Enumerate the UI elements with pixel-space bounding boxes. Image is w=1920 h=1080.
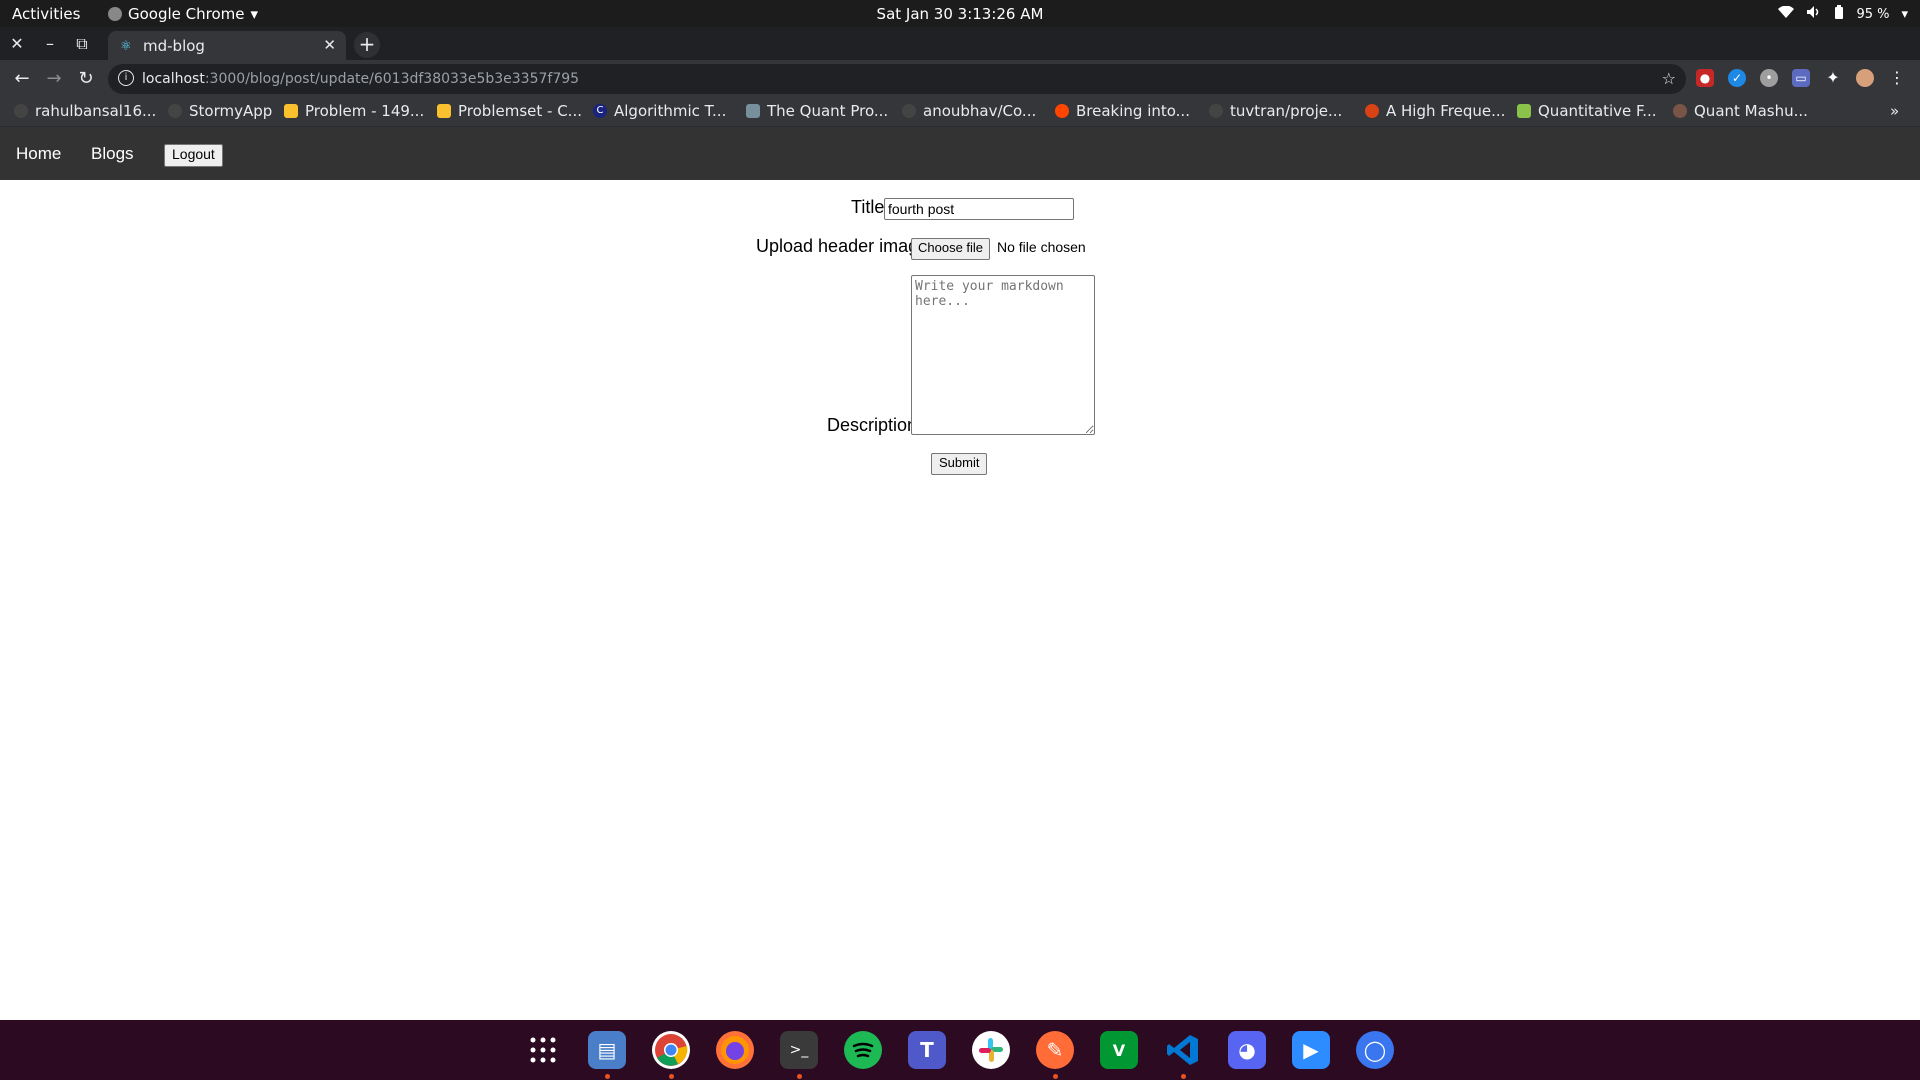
description-textarea[interactable] xyxy=(911,275,1095,435)
bookmark-item[interactable]: A High Freque... xyxy=(1365,102,1505,120)
bookmark-star-icon[interactable]: ☆ xyxy=(1662,69,1676,88)
vim-icon[interactable]: V xyxy=(1100,1031,1138,1069)
clock[interactable]: Sat Jan 30 3:13:26 AM xyxy=(0,5,1920,23)
discord-icon[interactable]: ◕ xyxy=(1228,1031,1266,1069)
system-top-bar: Activities Google Chrome ▾ Sat Jan 30 3:… xyxy=(0,0,1920,27)
url-path: :3000/blog/post/update/6013df38033e5b3e3… xyxy=(204,71,580,87)
vscode-icon[interactable] xyxy=(1164,1031,1202,1069)
battery-percent: 95 % xyxy=(1856,6,1890,22)
battery-icon xyxy=(1834,5,1844,23)
bookmarks-overflow-button[interactable]: » xyxy=(1890,102,1899,120)
extension-blue-icon[interactable]: ✓ xyxy=(1728,69,1746,87)
post-update-form: Title Upload header image Choose file No… xyxy=(0,180,1920,1020)
signal-icon[interactable]: ◯ xyxy=(1356,1031,1394,1069)
gear-icon xyxy=(1673,104,1687,118)
running-indicator xyxy=(605,1074,610,1079)
app-grid-icon[interactable] xyxy=(524,1031,562,1069)
bookmark-item[interactable]: Problemset - C... xyxy=(437,102,582,120)
more-menu-icon[interactable]: ⋮ xyxy=(1888,69,1906,87)
extension-screen-icon[interactable]: ▭ xyxy=(1792,69,1810,87)
extension-gray-icon[interactable]: • xyxy=(1760,69,1778,87)
close-tab-icon[interactable]: ✕ xyxy=(323,36,336,54)
logout-button[interactable]: Logout xyxy=(164,144,223,167)
running-indicator xyxy=(1181,1074,1186,1079)
title-label: Title xyxy=(851,197,885,217)
nav-home-link[interactable]: Home xyxy=(16,144,61,164)
title-input[interactable] xyxy=(884,198,1074,220)
chevron-down-icon: ▾ xyxy=(1901,6,1908,22)
site-navbar: Home Blogs Logout xyxy=(0,127,1920,180)
close-window-icon[interactable]: ✕ xyxy=(7,34,27,53)
bookmark-item[interactable]: Quant Mashu... xyxy=(1673,102,1808,120)
files-icon[interactable]: ▤ xyxy=(588,1031,626,1069)
bookmark-item[interactable]: The Quant Pro... xyxy=(746,102,888,120)
chrome-icon[interactable] xyxy=(652,1031,690,1069)
volume-icon xyxy=(1806,5,1822,23)
firefox-icon[interactable] xyxy=(716,1031,754,1069)
reload-icon[interactable]: ↻ xyxy=(74,68,98,89)
address-bar[interactable]: i localhost:3000/blog/post/update/6013df… xyxy=(108,64,1686,94)
extension-red-icon[interactable]: ● xyxy=(1696,69,1714,87)
nav-blogs-link[interactable]: Blogs xyxy=(91,144,134,164)
codeforces-icon xyxy=(284,104,298,118)
tab-md-blog[interactable]: ⚛ md-blog ✕ xyxy=(108,31,346,60)
url-host: localhost xyxy=(142,71,205,87)
terminal-icon[interactable]: >_ xyxy=(780,1031,818,1069)
choose-file-button[interactable]: Choose file xyxy=(911,238,991,260)
bookmark-item[interactable]: Quantitative F... xyxy=(1517,102,1657,120)
wifi-icon xyxy=(1778,5,1795,22)
bookmark-item[interactable]: StormyApp xyxy=(168,102,272,120)
smiley-icon xyxy=(1517,104,1531,118)
bookmarks-bar: rahulbansal16... StormyApp Problem - 149… xyxy=(0,98,1920,127)
bookmark-item[interactable]: anoubhav/Co... xyxy=(902,102,1036,120)
github-icon xyxy=(14,104,28,118)
info-icon[interactable]: i xyxy=(118,70,134,86)
tab-strip: ✕ – ⧉ ⚛ md-blog ✕ + xyxy=(0,27,1920,60)
running-indicator xyxy=(1053,1074,1058,1079)
apple-icon xyxy=(1365,104,1379,118)
extensions-puzzle-icon[interactable]: ✦ xyxy=(1824,69,1842,87)
minimize-icon[interactable]: – xyxy=(40,34,60,53)
back-arrow-icon[interactable]: ← xyxy=(10,68,34,89)
tab-title: md-blog xyxy=(143,37,205,55)
slack-icon[interactable] xyxy=(972,1031,1010,1069)
teams-icon[interactable]: T xyxy=(908,1031,946,1069)
browser-toolbar: ← → ↻ i localhost:3000/blog/post/update/… xyxy=(0,60,1920,98)
app-dock: ▤ >_ T ✎ V ◕ ▶ ◯ xyxy=(0,1020,1920,1080)
system-tray[interactable]: 95 % ▾ xyxy=(1778,5,1908,23)
running-indicator xyxy=(669,1074,674,1079)
c-logo-icon: C xyxy=(593,104,607,118)
bookmark-item[interactable]: Problem - 149... xyxy=(284,102,424,120)
github-icon xyxy=(1209,104,1223,118)
new-tab-button[interactable]: + xyxy=(354,32,380,58)
restore-icon[interactable]: ⧉ xyxy=(72,34,92,54)
profile-avatar[interactable] xyxy=(1856,69,1874,87)
reddit-icon xyxy=(1055,104,1069,118)
running-indicator xyxy=(797,1074,802,1079)
bookmark-item[interactable]: tuvtran/proje... xyxy=(1209,102,1342,120)
react-icon: ⚛ xyxy=(120,39,132,54)
github-icon xyxy=(168,104,182,118)
postman-icon[interactable]: ✎ xyxy=(1036,1031,1074,1069)
bookmark-item[interactable]: Breaking into... xyxy=(1055,102,1190,120)
description-label: Description xyxy=(827,415,918,435)
shield-icon xyxy=(746,104,760,118)
github-icon xyxy=(902,104,916,118)
bookmark-item[interactable]: C Algorithmic T... xyxy=(593,102,726,120)
zoom-icon[interactable]: ▶ xyxy=(1292,1031,1330,1069)
bookmark-item[interactable]: rahulbansal16... xyxy=(14,102,156,120)
image-upload-label: Upload header image xyxy=(756,236,929,256)
url-text: localhost:3000/blog/post/update/6013df38… xyxy=(142,71,579,87)
codeforces-icon xyxy=(437,104,451,118)
submit-button[interactable]: Submit xyxy=(931,453,988,475)
file-status-text: No file chosen xyxy=(997,239,1086,255)
spotify-icon[interactable] xyxy=(844,1031,882,1069)
forward-arrow-icon[interactable]: → xyxy=(42,68,66,89)
